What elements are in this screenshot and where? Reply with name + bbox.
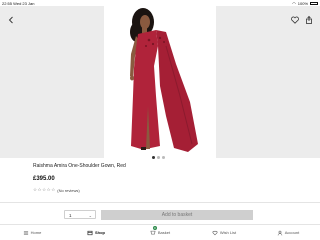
tab-label: Home [30,230,42,235]
divider [0,202,320,203]
share-button[interactable] [304,13,314,24]
battery-icon [310,2,318,5]
heart-icon [291,16,299,24]
tab-basket[interactable]: 0 Basket [128,225,192,240]
product-title: Raishma Amira One-Shoulder Gown, Red [33,163,126,169]
chevron-down-icon: ⌄ [88,213,92,218]
rating-stars: ☆ ☆ ☆ ☆ ☆ [33,187,55,193]
share-icon [306,15,312,24]
add-to-basket-button[interactable]: Add to basket [101,210,253,220]
star-icon: ☆ [42,187,47,192]
tab-label: Basket [157,230,171,235]
star-icon: ☆ [46,187,51,192]
wishlist-button[interactable] [290,13,300,24]
basket-icon-wrap: 0 [150,226,157,236]
model-photo [104,6,216,158]
shop-icon [87,230,93,235]
tab-label: Wish List [219,230,237,235]
quantity-select[interactable]: 1 ⌄ [64,210,96,219]
quantity-value: 1 [69,213,72,218]
rating-row[interactable]: ☆ ☆ ☆ ☆ ☆ (No reviews) [33,187,80,193]
reviews-link[interactable]: (No reviews) [57,188,79,193]
tab-bar: Home Shop 0 Basket Wish List Account [0,225,320,240]
heart-icon [212,230,218,235]
tab-shop[interactable]: Shop [64,225,128,240]
tab-account[interactable]: Account [256,225,320,240]
product-price: £395.00 [33,176,55,182]
star-icon: ☆ [33,187,38,192]
pager-dot[interactable] [157,156,160,159]
pager-dot[interactable] [162,156,165,159]
product-image[interactable] [0,6,320,159]
star-icon: ☆ [37,187,42,192]
tab-home[interactable]: Home [0,225,64,240]
basket-count-badge: 0 [152,226,157,230]
pager-dot[interactable] [152,156,155,159]
chevron-left-icon [8,16,13,24]
tab-label: Account [284,230,300,235]
back-button[interactable] [6,13,16,24]
tab-label: Shop [95,230,105,235]
tab-wishlist[interactable]: Wish List [192,225,256,240]
home-icon [23,231,28,234]
image-pager[interactable] [152,156,165,159]
star-icon: ☆ [51,187,56,192]
account-icon [277,230,282,235]
